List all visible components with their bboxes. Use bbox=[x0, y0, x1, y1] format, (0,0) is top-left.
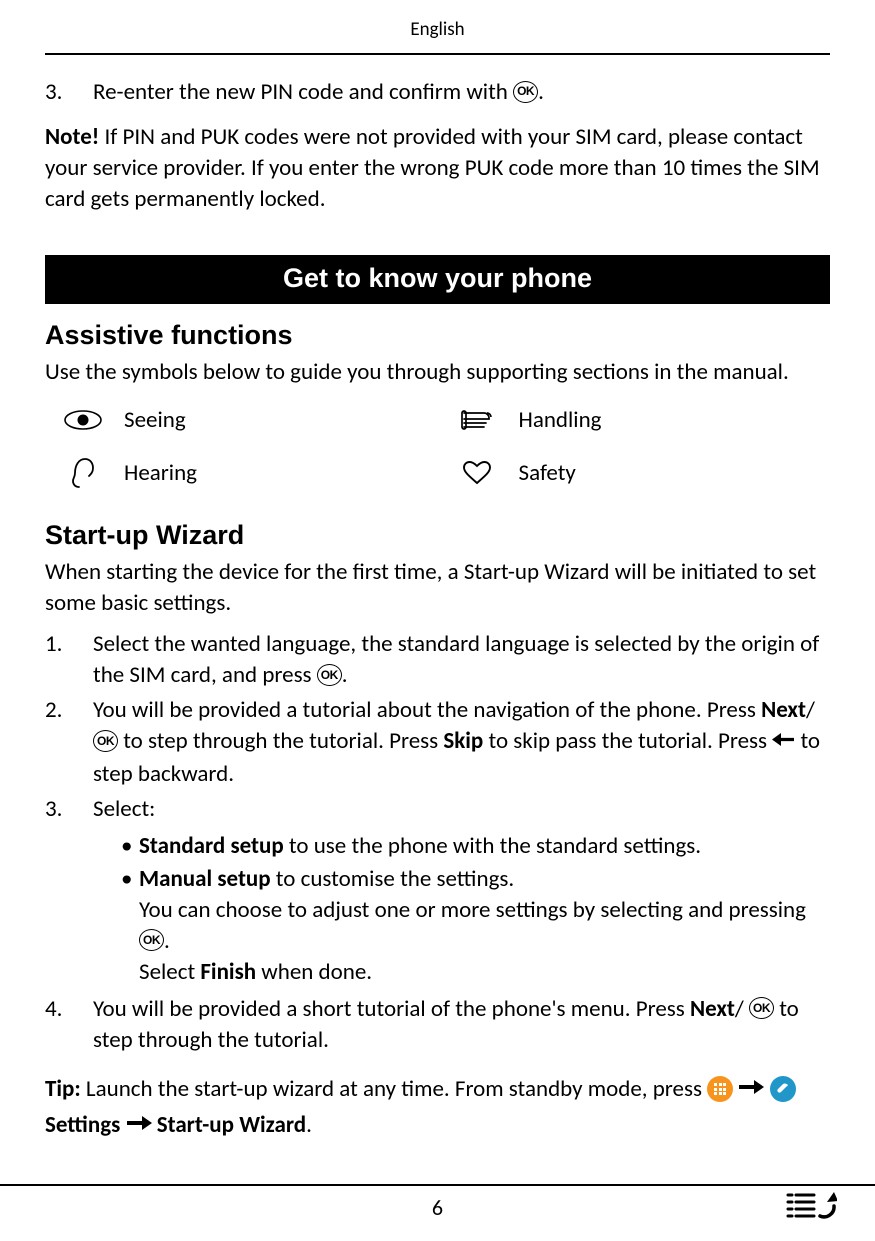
note-paragraph: Note! If PIN and PUK codes were not prov… bbox=[45, 122, 830, 215]
list-body: You will be provided a tutorial about th… bbox=[93, 695, 830, 789]
ear-icon bbox=[55, 456, 110, 490]
arrow-right-icon bbox=[126, 1108, 152, 1144]
bullet: • bbox=[93, 831, 139, 862]
footer-rule bbox=[0, 1184, 875, 1186]
note-text: If PIN and PUK codes were not provided w… bbox=[45, 123, 820, 213]
wizard-step-1: 1. Select the wanted language, the stand… bbox=[45, 629, 830, 691]
assistive-grid: Seeing Handling Hearing Safety bbox=[55, 406, 830, 490]
skip-label: Skip bbox=[443, 727, 483, 755]
heading-assistive: Assistive functions bbox=[45, 320, 830, 351]
next-label: Next bbox=[690, 995, 735, 1023]
tip-paragraph: Tip: Launch the start-up wizard at any t… bbox=[45, 1072, 830, 1145]
list-item-3: 3. Re-enter the new PIN code and confirm… bbox=[45, 77, 830, 108]
ok-icon: OK bbox=[513, 81, 538, 103]
toc-return-icon[interactable] bbox=[785, 1190, 837, 1225]
sub-item-manual: • Manual setup to customise the settings… bbox=[93, 864, 830, 988]
text: to skip pass the tutorial. Press bbox=[483, 727, 772, 755]
standard-setup-label: Standard setup bbox=[139, 832, 284, 860]
text: Select the wanted language, the standard… bbox=[93, 630, 819, 689]
text: You will be provided a tutorial about th… bbox=[93, 696, 761, 724]
ok-icon: OK bbox=[749, 997, 774, 1019]
list-number: 1. bbox=[45, 629, 93, 691]
settings-label: Settings bbox=[45, 1111, 120, 1139]
back-arrow-icon bbox=[772, 726, 795, 757]
text: Launch the start-up wizard at any time. … bbox=[81, 1075, 707, 1103]
assistive-intro: Use the symbols below to guide you throu… bbox=[45, 357, 830, 388]
apps-menu-icon bbox=[707, 1076, 733, 1102]
hand-icon bbox=[450, 407, 505, 433]
header-rule bbox=[45, 53, 830, 55]
manual-setup-label: Manual setup bbox=[139, 865, 271, 893]
hearing-label: Hearing bbox=[124, 459, 436, 487]
ok-icon: OK bbox=[317, 664, 342, 686]
safety-label: Safety bbox=[519, 459, 831, 487]
startup-wizard-label: Start-up Wizard bbox=[157, 1111, 306, 1139]
text: . bbox=[164, 927, 170, 955]
page-header: English bbox=[45, 18, 830, 49]
text: . bbox=[342, 661, 348, 689]
settings-icon bbox=[770, 1076, 796, 1102]
list-number: 3. bbox=[45, 77, 93, 108]
arrow-right-icon bbox=[738, 1072, 764, 1108]
eye-icon bbox=[55, 409, 110, 431]
wizard-step-4: 4. You will be provided a short tutorial… bbox=[45, 994, 830, 1056]
list-body: Re-enter the new PIN code and confirm wi… bbox=[93, 77, 544, 108]
text: You will be provided a short tutorial of… bbox=[93, 995, 690, 1023]
text: when done. bbox=[256, 958, 372, 986]
period: . bbox=[306, 1111, 312, 1139]
text: You can choose to adjust one or more set… bbox=[139, 896, 806, 924]
wizard-step-2: 2. You will be provided a tutorial about… bbox=[45, 695, 830, 789]
next-label: Next bbox=[761, 696, 806, 724]
text: Re-enter the new PIN code and confirm wi… bbox=[93, 78, 508, 106]
text: to step through the tutorial. Press bbox=[118, 727, 443, 755]
sub-body: Standard setup to use the phone with the… bbox=[139, 831, 830, 862]
list-body: You will be provided a short tutorial of… bbox=[93, 994, 830, 1056]
finish-label: Finish bbox=[200, 958, 256, 986]
page-footer: 6 bbox=[0, 1160, 875, 1221]
sub-list: • Standard setup to use the phone with t… bbox=[93, 831, 830, 988]
ok-icon: OK bbox=[139, 929, 164, 951]
slash: / bbox=[735, 995, 744, 1023]
note-label: Note! bbox=[45, 123, 99, 151]
list-number: 4. bbox=[45, 994, 93, 1056]
wizard-step-3: 3. Select: • Standard setup to use the p… bbox=[45, 794, 830, 990]
text: . bbox=[538, 78, 544, 106]
heading-wizard: Start-up Wizard bbox=[45, 520, 830, 551]
page-number: 6 bbox=[0, 1194, 875, 1221]
ok-icon: OK bbox=[93, 730, 118, 752]
bullet: • bbox=[93, 864, 139, 988]
list-number: 2. bbox=[45, 695, 93, 789]
sub-body: Manual setup to customise the settings. … bbox=[139, 864, 830, 988]
section-banner: Get to know your phone bbox=[45, 255, 830, 304]
list-number: 3. bbox=[45, 794, 93, 990]
heart-icon bbox=[450, 461, 505, 485]
handling-label: Handling bbox=[519, 406, 831, 434]
tip-label: Tip: bbox=[45, 1075, 81, 1103]
slash: / bbox=[806, 696, 815, 724]
list-body: Select the wanted language, the standard… bbox=[93, 629, 830, 691]
wizard-intro: When starting the device for the first t… bbox=[45, 557, 830, 619]
list-body: Select: • Standard setup to use the phon… bbox=[93, 794, 830, 990]
text: to use the phone with the standard setti… bbox=[284, 832, 701, 860]
sub-item-standard: • Standard setup to use the phone with t… bbox=[93, 831, 830, 862]
text: to customise the settings. bbox=[271, 865, 515, 893]
select-label: Select: bbox=[93, 795, 155, 823]
seeing-label: Seeing bbox=[124, 406, 436, 434]
text: Select bbox=[139, 958, 200, 986]
